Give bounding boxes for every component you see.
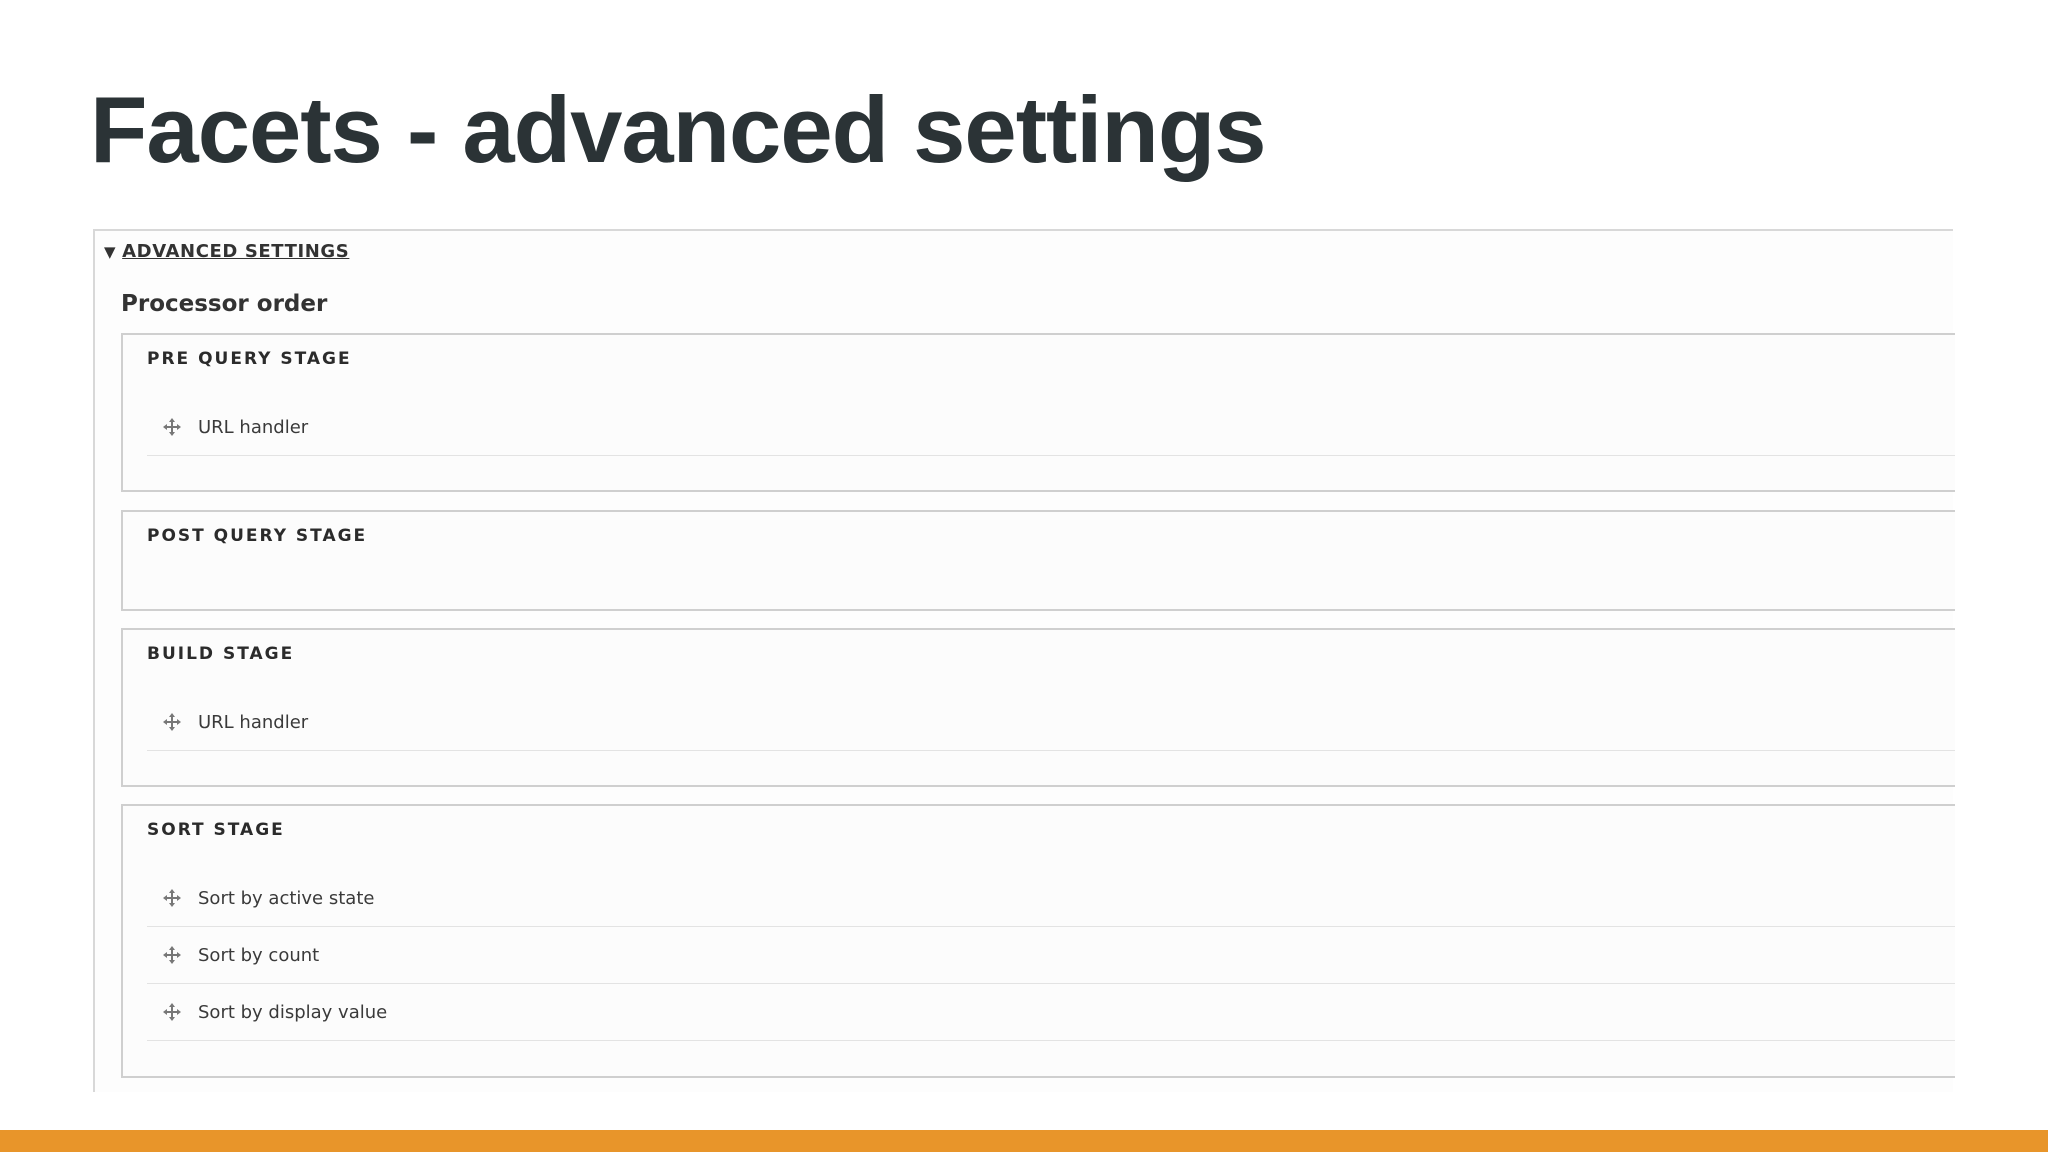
drag-handle-icon[interactable] xyxy=(162,417,182,437)
processor-row-sort-count[interactable]: Sort by count xyxy=(147,927,1955,984)
slide-title: Facets - advanced settings xyxy=(90,77,1267,182)
processor-row-sort-active-state[interactable]: Sort by active state xyxy=(147,870,1955,927)
advanced-settings-toggle[interactable]: ▼ Advanced settings xyxy=(104,241,349,262)
stage-sort: SORT STAGE Sort by active state Sort by … xyxy=(121,804,1955,1078)
drag-handle-icon[interactable] xyxy=(162,888,182,908)
footer-accent-bar xyxy=(0,1130,2048,1152)
stage-post-query: POST QUERY STAGE xyxy=(121,510,1955,611)
processor-label: Sort by display value xyxy=(198,1001,388,1023)
stage-pre-query: PRE QUERY STAGE URL handler xyxy=(121,333,1955,492)
drag-handle-icon[interactable] xyxy=(162,712,182,732)
processor-label: URL handler xyxy=(198,416,309,438)
processor-label: Sort by active state xyxy=(198,887,375,909)
stage-title: POST QUERY STAGE xyxy=(147,526,368,546)
caret-down-icon: ▼ xyxy=(104,242,117,261)
stage-build: BUILD STAGE URL handler xyxy=(121,628,1955,787)
advanced-settings-label: Advanced settings xyxy=(122,241,350,262)
stage-title: BUILD STAGE xyxy=(147,644,295,664)
processor-label: Sort by count xyxy=(198,944,320,966)
processor-label: URL handler xyxy=(198,711,309,733)
drag-handle-icon[interactable] xyxy=(162,1002,182,1022)
stage-title: PRE QUERY STAGE xyxy=(147,349,352,369)
stage-title: SORT STAGE xyxy=(147,820,285,840)
drag-handle-icon[interactable] xyxy=(162,945,182,965)
processor-row-url-handler[interactable]: URL handler xyxy=(147,694,1955,751)
processor-order-heading: Processor order xyxy=(121,291,328,317)
processor-row-sort-display-value[interactable]: Sort by display value xyxy=(147,984,1955,1041)
advanced-settings-details: ▼ Advanced settings Processor order PRE … xyxy=(93,229,1955,1092)
processor-row-url-handler[interactable]: URL handler xyxy=(147,399,1955,456)
